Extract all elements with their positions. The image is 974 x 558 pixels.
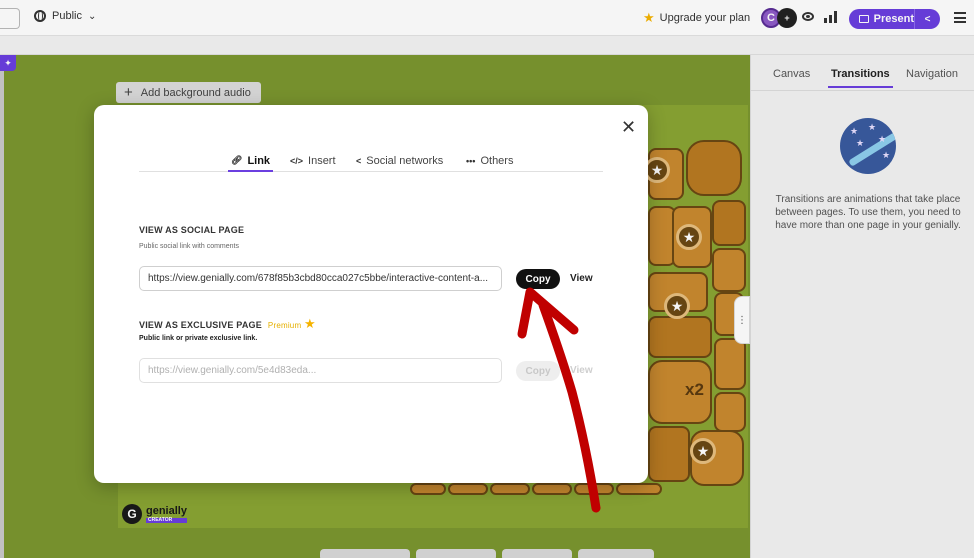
- social-url-field[interactable]: https://view.genially.com/678f85b3cbd80c…: [139, 266, 502, 291]
- exclusive-url-field[interactable]: https://view.genially.com/5e4d83eda...: [139, 358, 502, 383]
- share-modal: ✕ 🔗︎ Link </> Insert < Social networks •…: [94, 105, 648, 483]
- social-page-subtitle: Public social link with comments: [139, 243, 239, 250]
- tab-social-networks[interactable]: < Social networks: [356, 152, 443, 169]
- tab-link[interactable]: 🔗︎ Link: [227, 152, 274, 172]
- share-tabs: 🔗︎ Link </> Insert < Social networks •••…: [139, 152, 603, 172]
- tab-insert-label: Insert: [308, 154, 336, 167]
- exclusive-page-subtitle: Public link or private exclusive link.: [139, 335, 258, 342]
- tab-social-label: Social networks: [366, 154, 444, 167]
- tab-insert[interactable]: </> Insert: [290, 152, 336, 169]
- share-icon: <: [356, 155, 362, 166]
- social-page-title: VIEW AS SOCIAL PAGE: [139, 225, 245, 235]
- tab-others-label: Others: [480, 154, 514, 167]
- copy-social-link-button[interactable]: Copy: [516, 269, 560, 289]
- copy-exclusive-link-button[interactable]: Copy: [516, 361, 560, 381]
- link-icon: 🔗︎: [231, 155, 243, 165]
- more-icon: •••: [466, 155, 476, 166]
- premium-star-icon: ★: [304, 316, 316, 331]
- exclusive-page-title: VIEW AS EXCLUSIVE PAGE Premium ★: [139, 317, 316, 330]
- premium-label: Premium: [267, 321, 302, 330]
- exclusive-page-title-text: VIEW AS EXCLUSIVE PAGE: [139, 320, 262, 330]
- code-icon: </>: [290, 155, 304, 166]
- tab-others[interactable]: ••• Others: [466, 152, 513, 169]
- view-exclusive-link[interactable]: View: [570, 365, 593, 376]
- close-icon[interactable]: ✕: [621, 118, 636, 136]
- tab-link-label: Link: [247, 154, 271, 167]
- view-social-link[interactable]: View: [570, 273, 593, 284]
